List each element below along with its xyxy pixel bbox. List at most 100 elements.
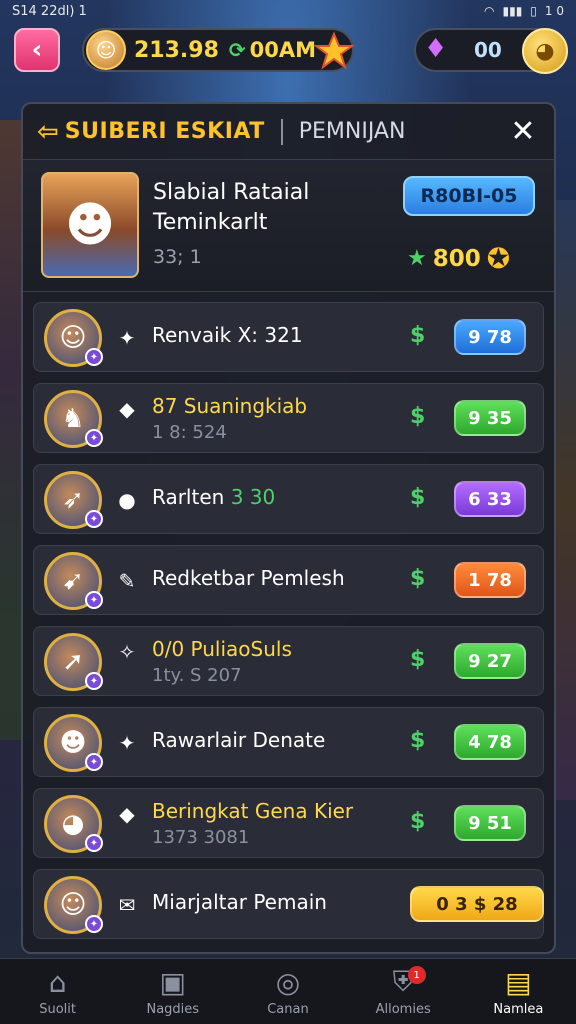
signal-icon: ▮▮▮: [502, 4, 523, 18]
row-name: 0/0 PuliaoSuls: [152, 637, 292, 661]
profile-reward: ★ 800 ✪: [407, 242, 510, 275]
row-name: Rawarlair Denate: [152, 728, 325, 752]
nav-label: Suolit: [39, 1002, 76, 1017]
row-name-text: Renvaik X: 321: [152, 323, 303, 347]
chest-icon: ▣: [159, 965, 187, 999]
nav-item-4[interactable]: ▤ Namlea: [461, 965, 576, 1018]
clock-icon: ⟳: [228, 38, 246, 62]
avatar-spear-icon: ➚: [62, 647, 84, 677]
close-icon: ✕: [510, 113, 536, 149]
row-name-text: Miarjaltar Pemain: [152, 890, 327, 914]
item-icon: ◆: [119, 397, 135, 421]
nav-label: Allomies: [375, 1002, 431, 1017]
row-value-button[interactable]: 9 78: [454, 319, 526, 355]
level-badge-icon: ✦: [85, 591, 103, 609]
nav-item-2[interactable]: ◎ Canan: [230, 965, 345, 1018]
row-extra: 3 30: [230, 485, 276, 509]
row-avatar: ☺ ✦: [44, 876, 103, 934]
row-value-button[interactable]: 9 35: [454, 400, 526, 436]
level-badge-icon: ✦: [85, 429, 103, 447]
bottom-navigation: ⌂ Suolit ▣ Nagdies ◎ Canan ⛨ 1 Allomies …: [0, 958, 576, 1024]
nav-label: Namlea: [493, 1002, 544, 1017]
status-right-text: 1 0: [544, 4, 564, 18]
dollar-icon: $: [410, 647, 426, 672]
item-icon: ✉: [118, 893, 136, 917]
nav-item-0[interactable]: ⌂ Suolit: [0, 966, 115, 1018]
row-avatar: ☺ ✦: [44, 309, 103, 367]
profile-stat: 33; 1: [153, 246, 202, 268]
status-bar: S14 22dl) 1 ◠ ▮▮▮ ▯ 1 0: [0, 0, 576, 22]
header-divider: [280, 118, 283, 145]
top-bar: ‹ ☺ 213.98 ⟳ 00AM ♦ 00 ◕: [0, 26, 576, 74]
profile-name: Slabial Rataial Teminkarlt: [153, 178, 383, 238]
row-avatar: ➹ ✦: [44, 552, 103, 610]
dollar-icon: $: [410, 809, 426, 834]
level-badge-icon: ✦: [85, 834, 103, 852]
row-avatar: ➶ ✦: [44, 471, 103, 529]
ranking-row[interactable]: ☻ ✦ ✦ Rawarlair Denate $ 4 78: [33, 707, 544, 777]
row-name-text: Rarlten: [152, 485, 225, 509]
player-avatar-icon: ☺: [86, 30, 126, 70]
row-name: Rarlten 3 30: [152, 485, 275, 509]
row-name-text: Rawarlair Denate: [152, 728, 326, 752]
row-value-button[interactable]: 4 78: [454, 724, 526, 760]
nav-item-3[interactable]: ⛨ 1 Allomies: [346, 965, 461, 1017]
ranking-row[interactable]: ☺ ✦ ✉ Miarjaltar Pemain $ 0 3 $ 28: [33, 869, 544, 939]
rank-button[interactable]: R80BI-05: [403, 176, 535, 216]
avatar-bow-icon: ➶: [62, 485, 84, 515]
row-avatar: ♞ ✦: [44, 390, 103, 448]
item-icon: ◆: [119, 802, 135, 826]
avatar-hero-3-icon: ☺: [59, 890, 87, 920]
currency-amount: 213.98: [134, 37, 219, 63]
nav-item-1[interactable]: ▣ Nagdies: [115, 965, 230, 1018]
avatar-hero-1-icon: ☺: [59, 323, 87, 353]
level-badge-icon: ✦: [85, 915, 103, 933]
avatar-arrow-icon: ➹: [62, 566, 84, 596]
level-badge-icon: ✦: [85, 672, 103, 690]
row-avatar: ◕ ✦: [44, 795, 103, 853]
badge-star-icon: ✪: [486, 242, 511, 275]
level-badge-icon: ✦: [85, 510, 103, 528]
ranking-panel: ⇦ SUIBERI ESKIAT PEMNIJAN ✕ ☻ Slabial Ra…: [21, 102, 556, 954]
panel-header: ⇦ SUIBERI ESKIAT PEMNIJAN ✕: [23, 104, 554, 160]
row-name-text: Redketbar Pemlesh: [152, 566, 345, 590]
ranking-row[interactable]: ➶ ✦ ● Rarlten 3 30 $ 6 33: [33, 464, 544, 534]
time-value: 00AM: [249, 38, 317, 62]
arrow-left-icon: ⇦: [37, 116, 59, 147]
status-indicators: ◠ ▮▮▮ ▯ 1 0: [484, 4, 564, 18]
avatar-mask-icon: ◕: [61, 809, 85, 839]
status-time: S14 22dl) 1: [12, 3, 87, 19]
target-icon: ◎: [275, 965, 301, 999]
dollar-icon: $: [410, 404, 426, 429]
ranking-row[interactable]: ♞ ✦ ◆ 87 Suaningkiab 1 8: 524 $ 9 35: [33, 383, 544, 453]
panel-subtitle[interactable]: PEMNIJAN: [299, 119, 406, 144]
row-name: Renvaik X: 321: [152, 323, 303, 347]
ranking-row[interactable]: ➹ ✦ ✎ Redketbar Pemlesh $ 1 78: [33, 545, 544, 615]
ranking-list: ☺ ✦ ✦ Renvaik X: 321 $ 9 78 ♞ ✦ ◆ 87 Sua…: [33, 302, 544, 950]
row-avatar: ☻ ✦: [44, 714, 103, 772]
ranking-row[interactable]: ◕ ✦ ◆ Beringkat Gena Kier 1373 3081 $ 9 …: [33, 788, 544, 858]
notification-badge: 1: [407, 966, 426, 984]
row-value-button[interactable]: 0 3 $ 28: [410, 886, 544, 922]
row-name: Miarjaltar Pemain: [152, 890, 327, 914]
close-button[interactable]: ✕: [506, 113, 540, 149]
avatar-hero-2-icon: ☻: [59, 728, 87, 758]
currency-pill[interactable]: ☺ 213.98 ⟳ 00AM: [82, 28, 354, 72]
row-value-button[interactable]: 1 78: [454, 562, 526, 598]
profile-avatar[interactable]: ☻: [41, 172, 139, 278]
player-profile: ☻ Slabial Rataial Teminkarlt 33; 1 R80BI…: [23, 160, 554, 292]
gem-pill[interactable]: ♦ 00 ◕: [414, 28, 568, 74]
row-value-button[interactable]: 6 33: [454, 481, 526, 517]
ranking-row[interactable]: ☺ ✦ ✦ Renvaik X: 321 $ 9 78: [33, 302, 544, 372]
battery-icon: ▯: [530, 4, 537, 18]
row-value-button[interactable]: 9 27: [454, 643, 526, 679]
nav-label: Nagdies: [146, 1002, 200, 1017]
profile-name-line2: Teminkarlt: [153, 210, 268, 235]
map-icon: ▤: [505, 965, 532, 999]
back-button[interactable]: ‹: [14, 28, 60, 72]
ranking-row[interactable]: ➚ ✦ ✧ 0/0 PuliaoSuls 1ty. S 207 $ 9 27: [33, 626, 544, 696]
reward-value: 800: [432, 245, 481, 272]
wifi-icon: ◠: [484, 4, 495, 18]
row-value-button[interactable]: 9 51: [454, 805, 526, 841]
coin-icon: ◕: [522, 28, 568, 74]
